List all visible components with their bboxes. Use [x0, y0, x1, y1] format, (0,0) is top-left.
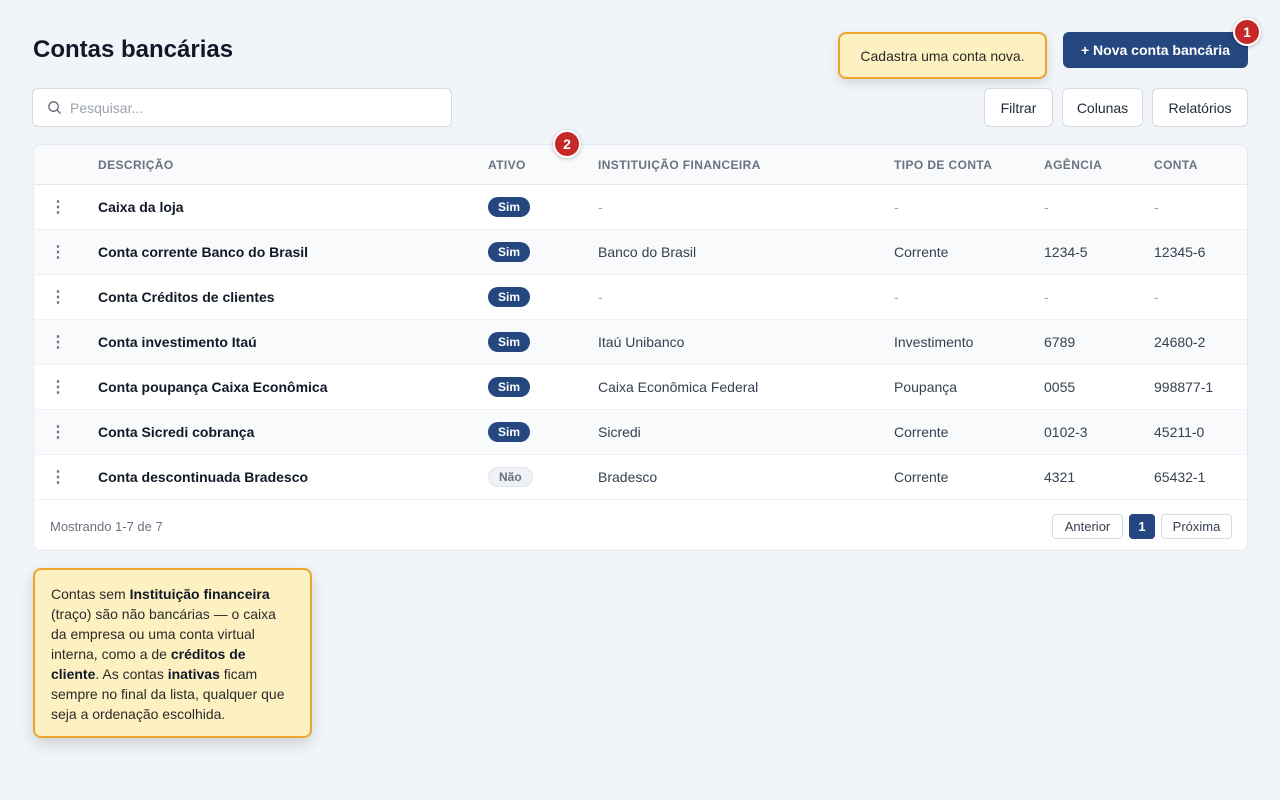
row-description: Conta poupança Caixa Econômica — [98, 379, 328, 395]
row-menu-icon[interactable]: ⋮ — [48, 365, 68, 409]
row-active-cell: Sim — [488, 320, 531, 364]
reports-button[interactable]: Relatórios — [1152, 88, 1248, 127]
table-row[interactable]: ⋮ Conta descontinuada Bradesco Não Brade… — [34, 455, 1247, 500]
row-agency: 6789 — [1044, 334, 1076, 350]
column-header-agency[interactable]: AGÊNCIA — [1044, 145, 1102, 185]
status-badge: Sim — [488, 422, 531, 442]
status-badge: Sim — [488, 332, 531, 352]
note-bold: Instituição financeira — [129, 586, 270, 602]
row-active-cell: Sim — [488, 275, 531, 319]
next-page-button[interactable]: Próxima — [1161, 514, 1232, 539]
filter-button[interactable]: Filtrar — [984, 88, 1053, 127]
row-menu-icon[interactable]: ⋮ — [48, 320, 68, 364]
table-row[interactable]: ⋮ Conta Créditos de clientes Sim - - - - — [34, 275, 1247, 320]
row-type: - — [894, 289, 899, 305]
row-agency: 4321 — [1044, 469, 1076, 485]
row-menu-icon[interactable]: ⋮ — [48, 455, 68, 499]
row-account: 65432-1 — [1154, 469, 1206, 485]
columns-button[interactable]: Colunas — [1062, 88, 1143, 127]
page-1-button[interactable]: 1 — [1129, 514, 1155, 539]
page-title: Contas bancárias — [33, 36, 234, 63]
row-type: Poupança — [894, 379, 958, 395]
row-description: Conta investimento Itaú — [98, 334, 257, 350]
row-active-cell: Sim — [488, 230, 531, 274]
row-active-cell: Sim — [488, 365, 531, 409]
column-header-active[interactable]: ATIVO — [488, 145, 526, 185]
previous-page-button[interactable]: Anterior — [1052, 514, 1123, 539]
row-active-cell: Sim — [488, 410, 531, 454]
table-row[interactable]: ⋮ Conta investimento Itaú Sim Itaú Uniba… — [34, 320, 1247, 365]
table-row[interactable]: ⋮ Conta Sicredi cobrança Sim Sicredi Cor… — [34, 410, 1247, 455]
note-bold: inativas — [167, 666, 220, 682]
row-active-cell: Sim — [488, 185, 531, 229]
column-header-description[interactable]: DESCRIÇÃO — [98, 145, 174, 185]
row-agency: 0102-3 — [1044, 424, 1088, 440]
table-header: DESCRIÇÃO ATIVO INSTITUIÇÃO FINANCEIRA T… — [34, 145, 1247, 185]
row-menu-icon[interactable]: ⋮ — [48, 230, 68, 274]
status-badge: Sim — [488, 242, 531, 262]
note-text: Contas sem — [51, 586, 130, 602]
row-active-cell: Não — [488, 455, 533, 499]
row-description: Conta corrente Banco do Brasil — [98, 244, 309, 260]
row-menu-icon[interactable]: ⋮ — [48, 275, 68, 319]
table-row[interactable]: ⋮ Conta corrente Banco do Brasil Sim Ban… — [34, 230, 1247, 275]
search-box[interactable] — [32, 88, 452, 127]
status-badge: Sim — [488, 377, 531, 397]
help-note: Contas sem Instituição financeira (traço… — [33, 568, 312, 738]
new-account-tooltip: Cadastra uma conta nova. — [838, 32, 1047, 79]
row-description: Conta Sicredi cobrança — [98, 424, 255, 440]
row-account: - — [1154, 289, 1159, 305]
search-icon — [48, 101, 61, 114]
row-agency: - — [1044, 199, 1049, 215]
row-institution: Caixa Econômica Federal — [598, 379, 759, 395]
step-badge-1: 1 — [1233, 18, 1261, 46]
row-institution: - — [598, 199, 603, 215]
accounts-table: DESCRIÇÃO ATIVO INSTITUIÇÃO FINANCEIRA T… — [33, 144, 1248, 551]
table-footer: Mostrando 1-7 de 7 Anterior 1 Próxima — [34, 501, 1247, 550]
row-type: Corrente — [894, 424, 949, 440]
row-agency: - — [1044, 289, 1049, 305]
row-account: 45211-0 — [1154, 424, 1205, 440]
table-row[interactable]: ⋮ Caixa da loja Sim - - - - — [34, 185, 1247, 230]
row-agency: 0055 — [1044, 379, 1076, 395]
row-menu-icon[interactable]: ⋮ — [48, 410, 68, 454]
row-description: Conta Créditos de clientes — [98, 289, 275, 305]
row-description: Conta descontinuada Bradesco — [98, 469, 309, 485]
row-institution: Banco do Brasil — [598, 244, 697, 260]
row-institution: - — [598, 289, 603, 305]
row-type: Investimento — [894, 334, 974, 350]
row-account: 24680-2 — [1154, 334, 1206, 350]
row-type: Corrente — [894, 244, 949, 260]
column-header-type[interactable]: TIPO DE CONTA — [894, 145, 992, 185]
row-institution: Bradesco — [598, 469, 658, 485]
row-agency: 1234-5 — [1044, 244, 1088, 260]
status-badge: Sim — [488, 197, 531, 217]
row-account: 998877-1 — [1154, 379, 1214, 395]
row-institution: Sicredi — [598, 424, 641, 440]
row-type: Corrente — [894, 469, 949, 485]
status-badge: Sim — [488, 287, 531, 307]
pagination-summary: Mostrando 1-7 de 7 — [50, 518, 163, 534]
status-badge: Não — [488, 467, 533, 487]
row-account: 12345-6 — [1154, 244, 1206, 260]
search-input[interactable] — [70, 99, 410, 116]
column-header-account[interactable]: CONTA — [1154, 145, 1198, 185]
table-row[interactable]: ⋮ Conta poupança Caixa Econômica Sim Cai… — [34, 365, 1247, 410]
row-description: Caixa da loja — [98, 199, 184, 215]
row-institution: Itaú Unibanco — [598, 334, 685, 350]
column-header-institution[interactable]: INSTITUIÇÃO FINANCEIRA — [598, 145, 761, 185]
row-account: - — [1154, 199, 1159, 215]
row-type: - — [894, 199, 899, 215]
note-text: . As contas — [95, 666, 168, 682]
new-bank-account-button[interactable]: + Nova conta bancária — [1063, 32, 1248, 68]
step-badge-2: 2 — [553, 130, 581, 158]
row-menu-icon[interactable]: ⋮ — [48, 185, 68, 229]
